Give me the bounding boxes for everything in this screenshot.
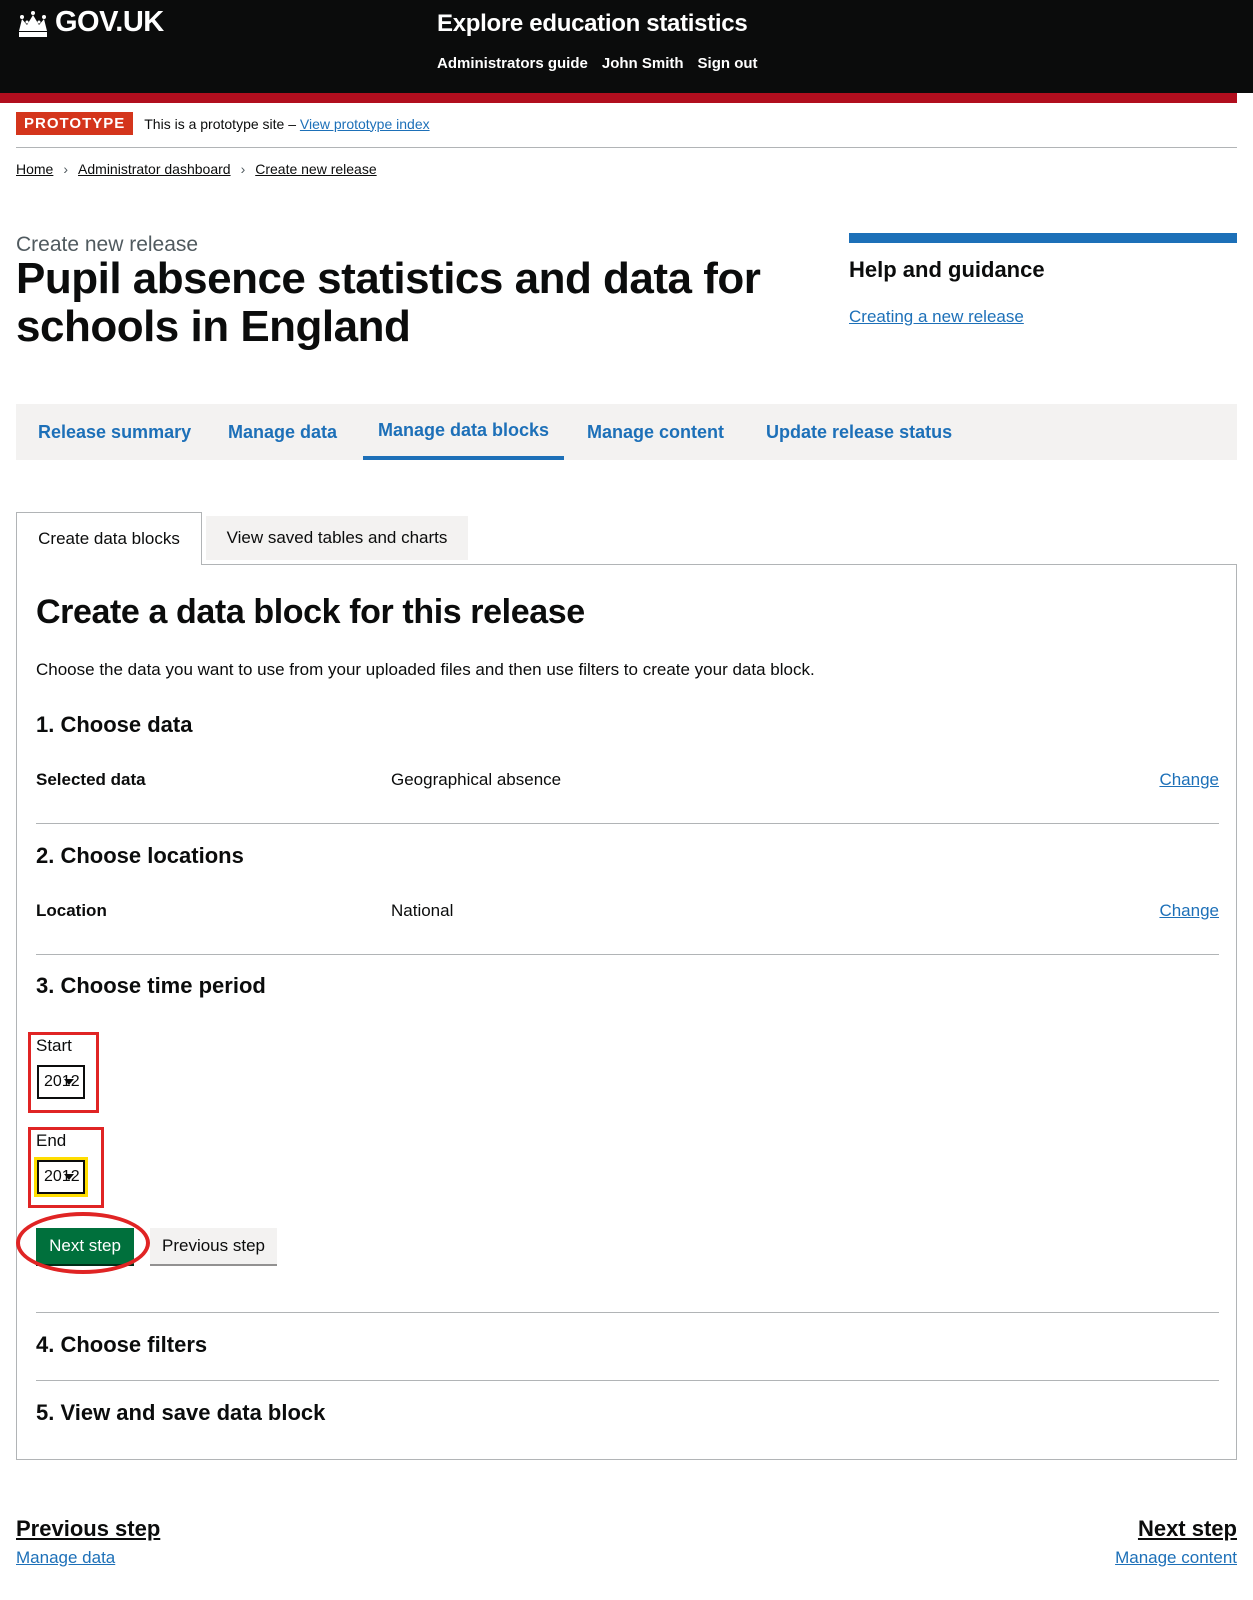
- divider: [36, 1312, 1219, 1313]
- divider: [16, 147, 1237, 148]
- pagination-next[interactable]: Next step: [1138, 1516, 1237, 1542]
- start-label: Start: [36, 1036, 72, 1055]
- nav-tab-manage-data-blocks[interactable]: Manage data blocks: [363, 404, 565, 460]
- breadcrumb-home[interactable]: Home: [16, 161, 53, 177]
- nav-tab-update-status[interactable]: Update release status: [766, 404, 952, 460]
- step-4-heading[interactable]: 4. Choose filters: [36, 1332, 207, 1358]
- nav-sign-out[interactable]: Sign out: [698, 55, 758, 72]
- phase-text: This is a prototype site – View prototyp…: [144, 116, 429, 132]
- end-year-value: 2012: [44, 1168, 80, 1185]
- help-guidance-box: Help and guidance Creating a new release: [849, 233, 1237, 327]
- location-value: National: [391, 901, 454, 920]
- nav-user-name[interactable]: John Smith: [602, 55, 684, 72]
- phase-text-label: This is a prototype site –: [144, 115, 296, 132]
- start-year-select[interactable]: 2012: [37, 1065, 85, 1099]
- page-title: Pupil absence statistics and data for sc…: [16, 254, 761, 351]
- help-heading: Help and guidance: [849, 257, 1045, 282]
- step-3-heading: 3. Choose time period: [36, 973, 266, 998]
- panel-title: Create a data block for this release: [36, 593, 585, 631]
- breadcrumb: Home › Administrator dashboard › Create …: [16, 161, 377, 177]
- step-2-heading: 2. Choose locations: [36, 843, 244, 868]
- breadcrumb-admin-dashboard[interactable]: Administrator dashboard: [78, 161, 231, 177]
- divider: [36, 823, 1219, 824]
- end-year-select[interactable]: 2012: [34, 1157, 88, 1197]
- step-1-heading: 1. Choose data: [36, 712, 193, 737]
- next-step-button[interactable]: Next step: [36, 1228, 134, 1264]
- tab-create-data-blocks[interactable]: Create data blocks: [16, 512, 202, 565]
- nav-tab-release-summary[interactable]: Release summary: [38, 404, 191, 460]
- dropdown-arrow-icon: [64, 1079, 74, 1085]
- header-accent-bar: [0, 93, 1237, 103]
- previous-step-button[interactable]: Previous step: [150, 1228, 277, 1264]
- selected-data-value: Geographical absence: [391, 770, 562, 789]
- service-name[interactable]: Explore education statistics: [437, 10, 748, 38]
- end-label: End: [36, 1131, 67, 1150]
- crown-icon: [19, 11, 47, 37]
- pagination-next-sub[interactable]: Manage content: [1115, 1548, 1237, 1568]
- pagination-previous[interactable]: Previous step: [16, 1516, 160, 1542]
- chevron-right-icon: ›: [240, 161, 246, 177]
- selected-data-key: Selected data: [36, 770, 146, 789]
- phase-tag: PROTOTYPE: [16, 112, 134, 135]
- tab-panel: [16, 564, 1237, 1460]
- dropdown-arrow-icon: [64, 1174, 74, 1180]
- breadcrumb-create-release[interactable]: Create new release: [255, 161, 376, 177]
- nav-tab-manage-data[interactable]: Manage data: [228, 404, 337, 460]
- prototype-index-link[interactable]: View prototype index: [300, 116, 430, 132]
- divider: [36, 954, 1219, 955]
- help-link-creating-release[interactable]: Creating a new release: [849, 307, 1024, 327]
- pagination-previous-sub[interactable]: Manage data: [16, 1548, 115, 1568]
- panel-intro: Choose the data you want to use from you…: [36, 660, 815, 679]
- divider: [36, 1380, 1219, 1381]
- nav-administrators-guide[interactable]: Administrators guide: [437, 55, 588, 72]
- release-nav: Release summary Manage data Manage data …: [16, 404, 1237, 460]
- phase-banner: PROTOTYPE This is a prototype site – Vie…: [16, 112, 430, 135]
- chevron-right-icon: ›: [63, 161, 69, 177]
- change-data-link[interactable]: Change: [1159, 770, 1219, 790]
- govuk-logo[interactable]: GOV.UK: [55, 6, 164, 39]
- start-year-value: 2012: [44, 1073, 80, 1090]
- tab-view-saved[interactable]: View saved tables and charts: [206, 516, 468, 560]
- site-header: GOV.UK Explore education statistics Admi…: [0, 0, 1253, 93]
- location-key: Location: [36, 901, 107, 920]
- header-nav: Administrators guide John Smith Sign out: [437, 55, 758, 72]
- nav-tab-manage-content[interactable]: Manage content: [587, 404, 724, 460]
- change-location-link[interactable]: Change: [1159, 901, 1219, 921]
- step-5-heading[interactable]: 5. View and save data block: [36, 1400, 325, 1426]
